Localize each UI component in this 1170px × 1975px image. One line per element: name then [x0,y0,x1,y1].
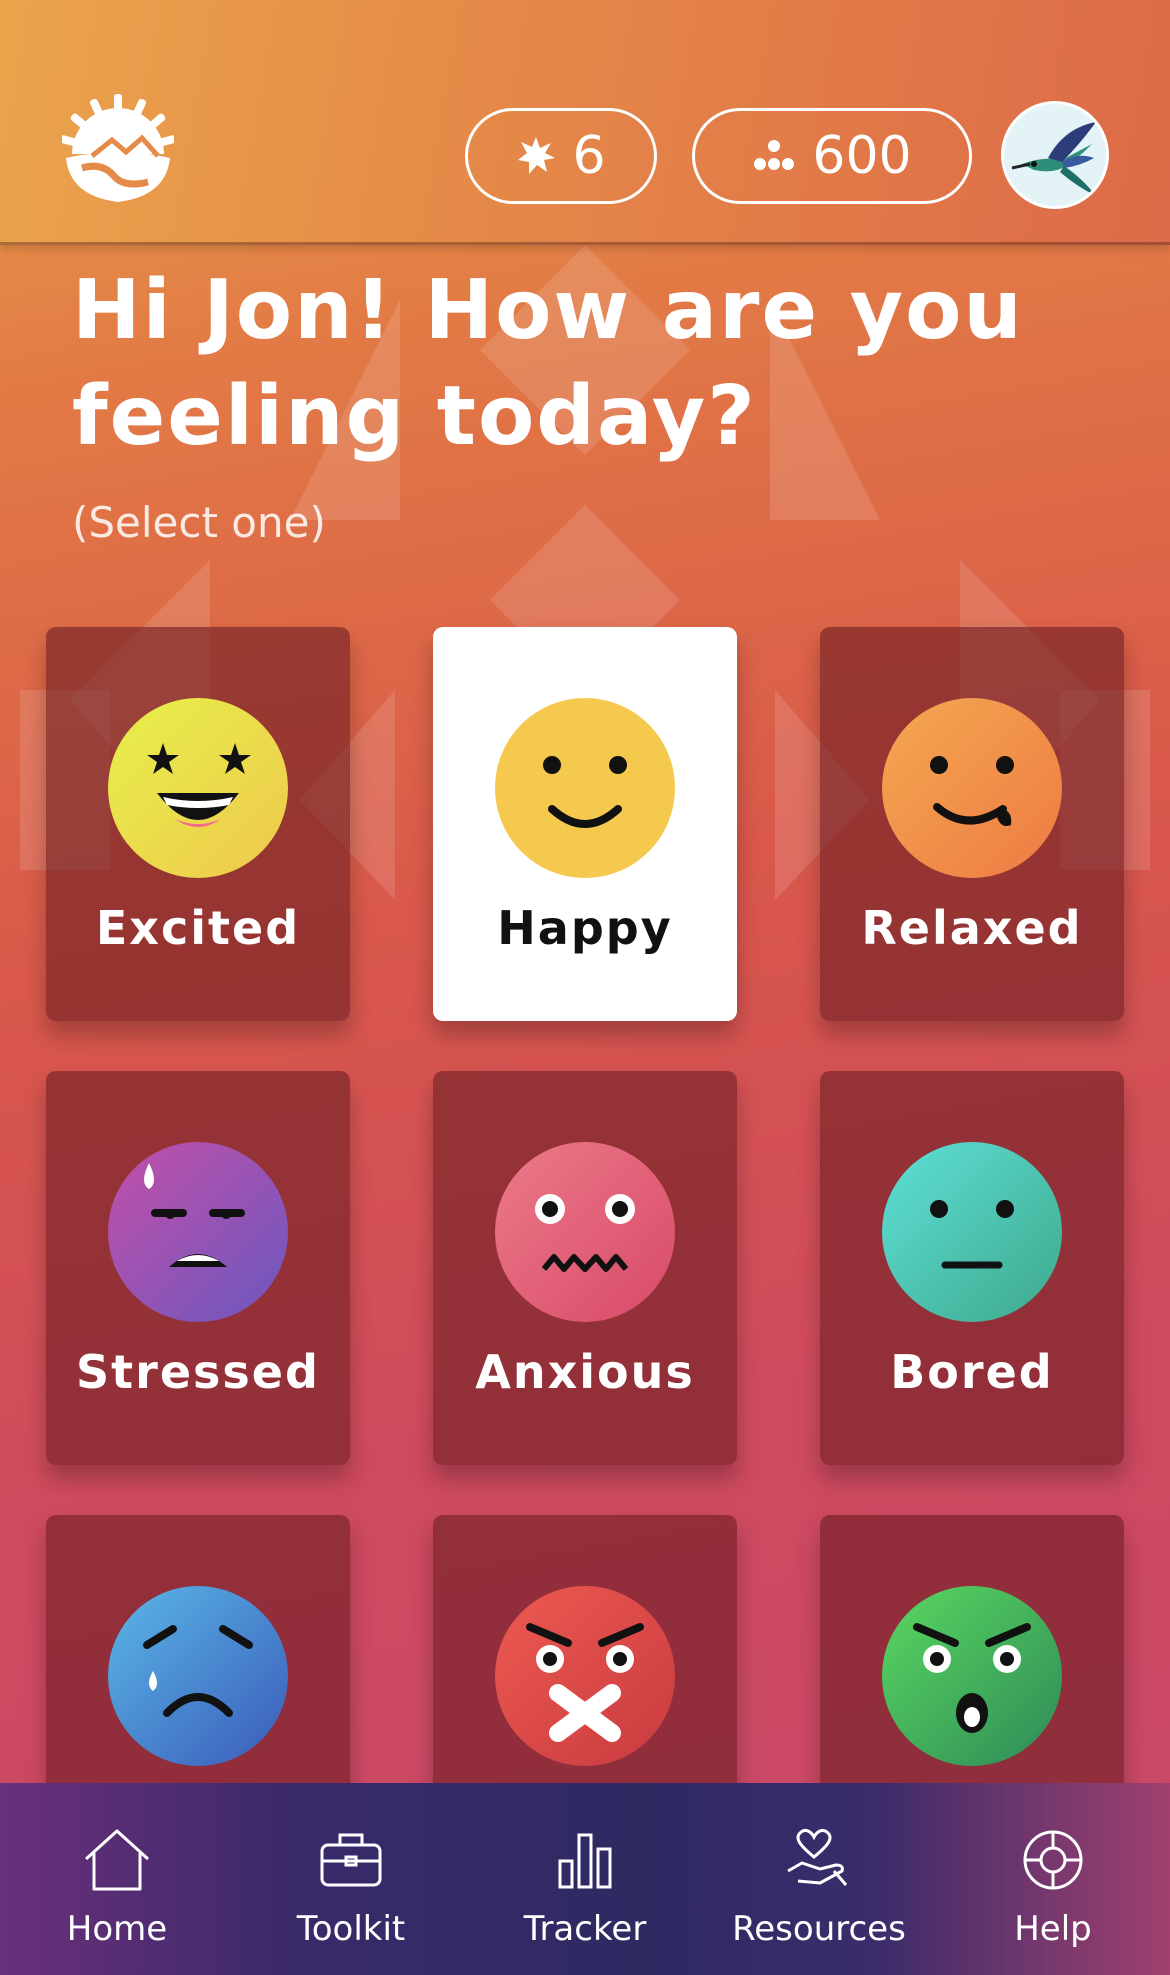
relaxed-face-icon [882,698,1062,878]
tab-label: Help [1014,1909,1092,1949]
tab-label: Toolkit [296,1909,406,1949]
hummingbird-icon [1011,122,1096,196]
tab-label: Resources [732,1909,906,1949]
top-bar: 6 600 [0,0,1170,245]
page-title: Hi Jon! How are you feeling today? [72,263,1024,464]
tab-resources[interactable]: Resources [702,1783,936,1975]
avatar[interactable] [1001,101,1109,209]
bored-face-icon [882,1142,1062,1322]
star-burst-icon [518,137,556,174]
lifebuoy-icon [1023,1830,1083,1890]
mood-label: Stressed [76,1345,320,1399]
anxious-face-icon [495,1142,675,1322]
dots-cluster-icon [754,140,795,170]
mood-card-happy[interactable]: Happy [433,627,737,1021]
stars-count: 6 [572,126,606,186]
shocked-face-icon [882,1586,1062,1766]
bottom-nav: Home Toolkit Tracker Resources Help [0,1783,1170,1975]
briefcase-icon [320,1833,382,1887]
sad-face-icon [108,1586,288,1766]
bar-chart-icon [558,1833,612,1889]
tab-label: Tracker [523,1909,647,1949]
angry-face-icon [495,1586,675,1766]
tab-toolkit[interactable]: Toolkit [234,1783,468,1975]
select-hint: (Select one) [72,498,326,547]
sun-logo-icon[interactable] [62,92,174,204]
mood-label: Bored [890,1345,1054,1399]
mood-card-stressed[interactable]: Stressed [46,1071,350,1465]
tab-home[interactable]: Home [0,1783,234,1975]
mood-card-anxious[interactable]: Anxious [433,1071,737,1465]
mood-card-relaxed[interactable]: Relaxed [820,627,1124,1021]
mood-label: Relaxed [861,901,1083,955]
tab-label: Home [66,1909,168,1949]
points-count: 600 [812,126,912,186]
mood-card-excited[interactable]: Excited [46,627,350,1021]
happy-face-icon [495,698,675,878]
mood-card-bored[interactable]: Bored [820,1071,1124,1465]
mood-label: Anxious [475,1345,695,1399]
mood-label: Happy [497,901,673,955]
mood-label: Excited [95,901,301,955]
stressed-face-icon [108,1142,288,1322]
tab-help[interactable]: Help [936,1783,1170,1975]
stars-counter[interactable]: 6 [465,108,657,204]
tab-tracker[interactable]: Tracker [468,1783,702,1975]
heart-hand-icon [787,1829,848,1886]
points-counter[interactable]: 600 [692,108,972,204]
home-icon [84,1829,150,1891]
excited-face-icon [108,698,288,878]
